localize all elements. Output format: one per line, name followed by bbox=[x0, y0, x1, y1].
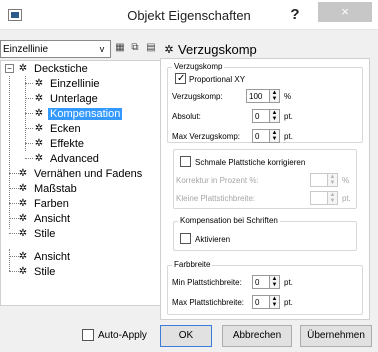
kleine-spinner[interactable]: ▲ ▼ bbox=[310, 191, 338, 205]
ok-button[interactable]: OK bbox=[160, 325, 212, 347]
gear-icon: ✲ bbox=[34, 137, 44, 149]
gear-icon: ✲ bbox=[18, 182, 28, 194]
help-button[interactable]: ? bbox=[280, 3, 310, 27]
tree-item-unterlage[interactable]: ✲ Unterlage bbox=[33, 91, 100, 106]
tree-item-kompensation[interactable]: ✲ Kompensation bbox=[33, 106, 123, 121]
tree-item-ansicht[interactable]: ✲ Ansicht bbox=[17, 211, 72, 226]
toolbar: Einzellinie v ▦ ⧉ ▤ bbox=[0, 40, 162, 58]
close-button[interactable]: × bbox=[318, 2, 372, 22]
tree-item-ansicht-2[interactable]: ✲ Ansicht bbox=[17, 249, 72, 264]
gear-icon: ✲ bbox=[18, 227, 28, 239]
spinner-arrows-icon[interactable]: ▲ ▼ bbox=[269, 130, 279, 142]
korrektur-label: Korrektur in Prozent %: bbox=[176, 176, 259, 185]
tree-item-ecken[interactable]: ✲ Ecken bbox=[33, 121, 83, 136]
spinner-arrows-icon[interactable]: ▲ ▼ bbox=[269, 90, 279, 102]
farbbreite-group: Farbbreite Min Plattstichbreite: 0 ▲ ▼ pt… bbox=[167, 260, 363, 315]
settings-panel: Verzugskomp Proportional XY Verzugskomp:… bbox=[160, 58, 370, 320]
cancel-button[interactable]: Abbrechen bbox=[222, 325, 292, 347]
panel-header: ✲ Verzugskomp bbox=[162, 40, 378, 58]
title-bar: Objekt Eigenschaften ? × bbox=[0, 0, 378, 30]
spinner-arrows-icon[interactable]: ▲ ▼ bbox=[269, 276, 279, 288]
kleine-label: Kleine Plattstichbreite: bbox=[176, 194, 256, 203]
group-label: Farbbreite bbox=[172, 260, 213, 269]
tree-item-einzellinie[interactable]: ✲ Einzellinie bbox=[33, 76, 102, 91]
verzugskomp-group: Verzugskomp Proportional XY Verzugskomp:… bbox=[167, 62, 363, 143]
gear-icon: ✲ bbox=[164, 43, 174, 56]
gear-icon: ✲ bbox=[34, 77, 44, 89]
aktivieren-label: Aktivieren bbox=[195, 235, 231, 244]
spinner-arrows-icon[interactable]: ▲ ▼ bbox=[269, 110, 279, 122]
group-label: Verzugskomp bbox=[172, 62, 225, 71]
gear-icon: ✲ bbox=[18, 197, 28, 209]
bottom-bar: Auto-Apply OK Abbrechen Übernehmen bbox=[0, 320, 378, 352]
grid-icon[interactable]: ▦ bbox=[114, 42, 126, 54]
schriften-group: Kompensation bei Schriften Aktivieren bbox=[173, 216, 357, 251]
schmale-label: Schmale Plattstiche korrigieren bbox=[195, 158, 306, 167]
chevron-down-icon[interactable]: v bbox=[96, 43, 108, 55]
gear-icon: ✲ bbox=[18, 212, 28, 224]
schmale-checkbox[interactable] bbox=[180, 156, 191, 167]
tree-item-deckstiche[interactable]: ✲ Deckstiche bbox=[17, 61, 90, 76]
min-plattstich-label: Min Plattstichbreite: bbox=[172, 278, 242, 287]
panel-title: Verzugskomp bbox=[178, 41, 257, 57]
verzugskomp-spinner[interactable]: 100 ▲ ▼ bbox=[246, 89, 280, 103]
max-verzugskomp-spinner[interactable]: 0 ▲ ▼ bbox=[252, 129, 280, 143]
auto-apply-label: Auto-Apply bbox=[98, 330, 147, 341]
max-plattstich-label: Max Plattstichbreite: bbox=[172, 298, 245, 307]
property-tree: − ✲ Deckstiche ✲ Einzellinie ✲ Unterlage ✲ K… bbox=[0, 60, 162, 306]
proportional-label: Proportional XY bbox=[189, 75, 246, 84]
gear-icon: ✲ bbox=[34, 122, 44, 134]
tree-item-advanced[interactable]: ✲ Advanced bbox=[33, 151, 101, 166]
gear-icon: ✲ bbox=[34, 107, 44, 119]
gear-icon: ✲ bbox=[18, 62, 28, 74]
max-verzugskomp-label: Max Verzugskomp: bbox=[172, 132, 241, 141]
gear-icon: ✲ bbox=[18, 250, 28, 262]
absolut-label: Absolut: bbox=[172, 112, 201, 121]
tree-item-effekte[interactable]: ✲ Effekte bbox=[33, 136, 86, 151]
max-plattstich-spinner[interactable]: 0 ▲ ▼ bbox=[252, 295, 280, 309]
gear-icon: ✲ bbox=[34, 92, 44, 104]
spinner-arrows-icon[interactable]: ▲ ▼ bbox=[269, 296, 279, 308]
schmale-plattstiche-group: Schmale Plattstiche korrigieren Korrektu… bbox=[173, 149, 357, 209]
object-type-combo[interactable]: Einzellinie v bbox=[0, 40, 111, 58]
korrektur-spinner[interactable]: ▲ ▼ bbox=[310, 173, 338, 187]
tree-item-farben[interactable]: ✲ Farben bbox=[17, 196, 71, 211]
spinner-arrows-icon[interactable]: ▲ ▼ bbox=[327, 192, 337, 204]
combo-value: Einzellinie bbox=[3, 44, 49, 55]
collapse-toggle[interactable]: − bbox=[5, 64, 14, 73]
paste-settings-icon[interactable]: ▤ bbox=[145, 42, 157, 54]
gear-icon: ✲ bbox=[18, 265, 28, 277]
gear-icon: ✲ bbox=[18, 167, 28, 179]
min-plattstich-spinner[interactable]: 0 ▲ ▼ bbox=[252, 275, 280, 289]
group-label: Kompensation bei Schriften bbox=[178, 216, 280, 225]
tree-item-stile-2[interactable]: ✲ Stile bbox=[17, 264, 57, 279]
proportional-checkbox[interactable] bbox=[175, 73, 186, 84]
apply-button[interactable]: Übernehmen bbox=[300, 325, 372, 347]
aktivieren-checkbox[interactable] bbox=[180, 233, 191, 244]
copy-settings-icon[interactable]: ⧉ bbox=[129, 42, 141, 54]
verzugskomp-label: Verzugskomp: bbox=[172, 92, 223, 101]
auto-apply-checkbox[interactable] bbox=[82, 329, 94, 341]
tree-item-massstab[interactable]: ✲ Maßstab bbox=[17, 181, 79, 196]
absolut-spinner[interactable]: 0 ▲ ▼ bbox=[252, 109, 280, 123]
tree-item-stile[interactable]: ✲ Stile bbox=[17, 226, 57, 241]
gear-icon: ✲ bbox=[34, 152, 44, 164]
tree-item-vernaehen[interactable]: ✲ Vernähen und Fadens bbox=[17, 166, 144, 181]
spinner-arrows-icon[interactable]: ▲ ▼ bbox=[327, 174, 337, 186]
